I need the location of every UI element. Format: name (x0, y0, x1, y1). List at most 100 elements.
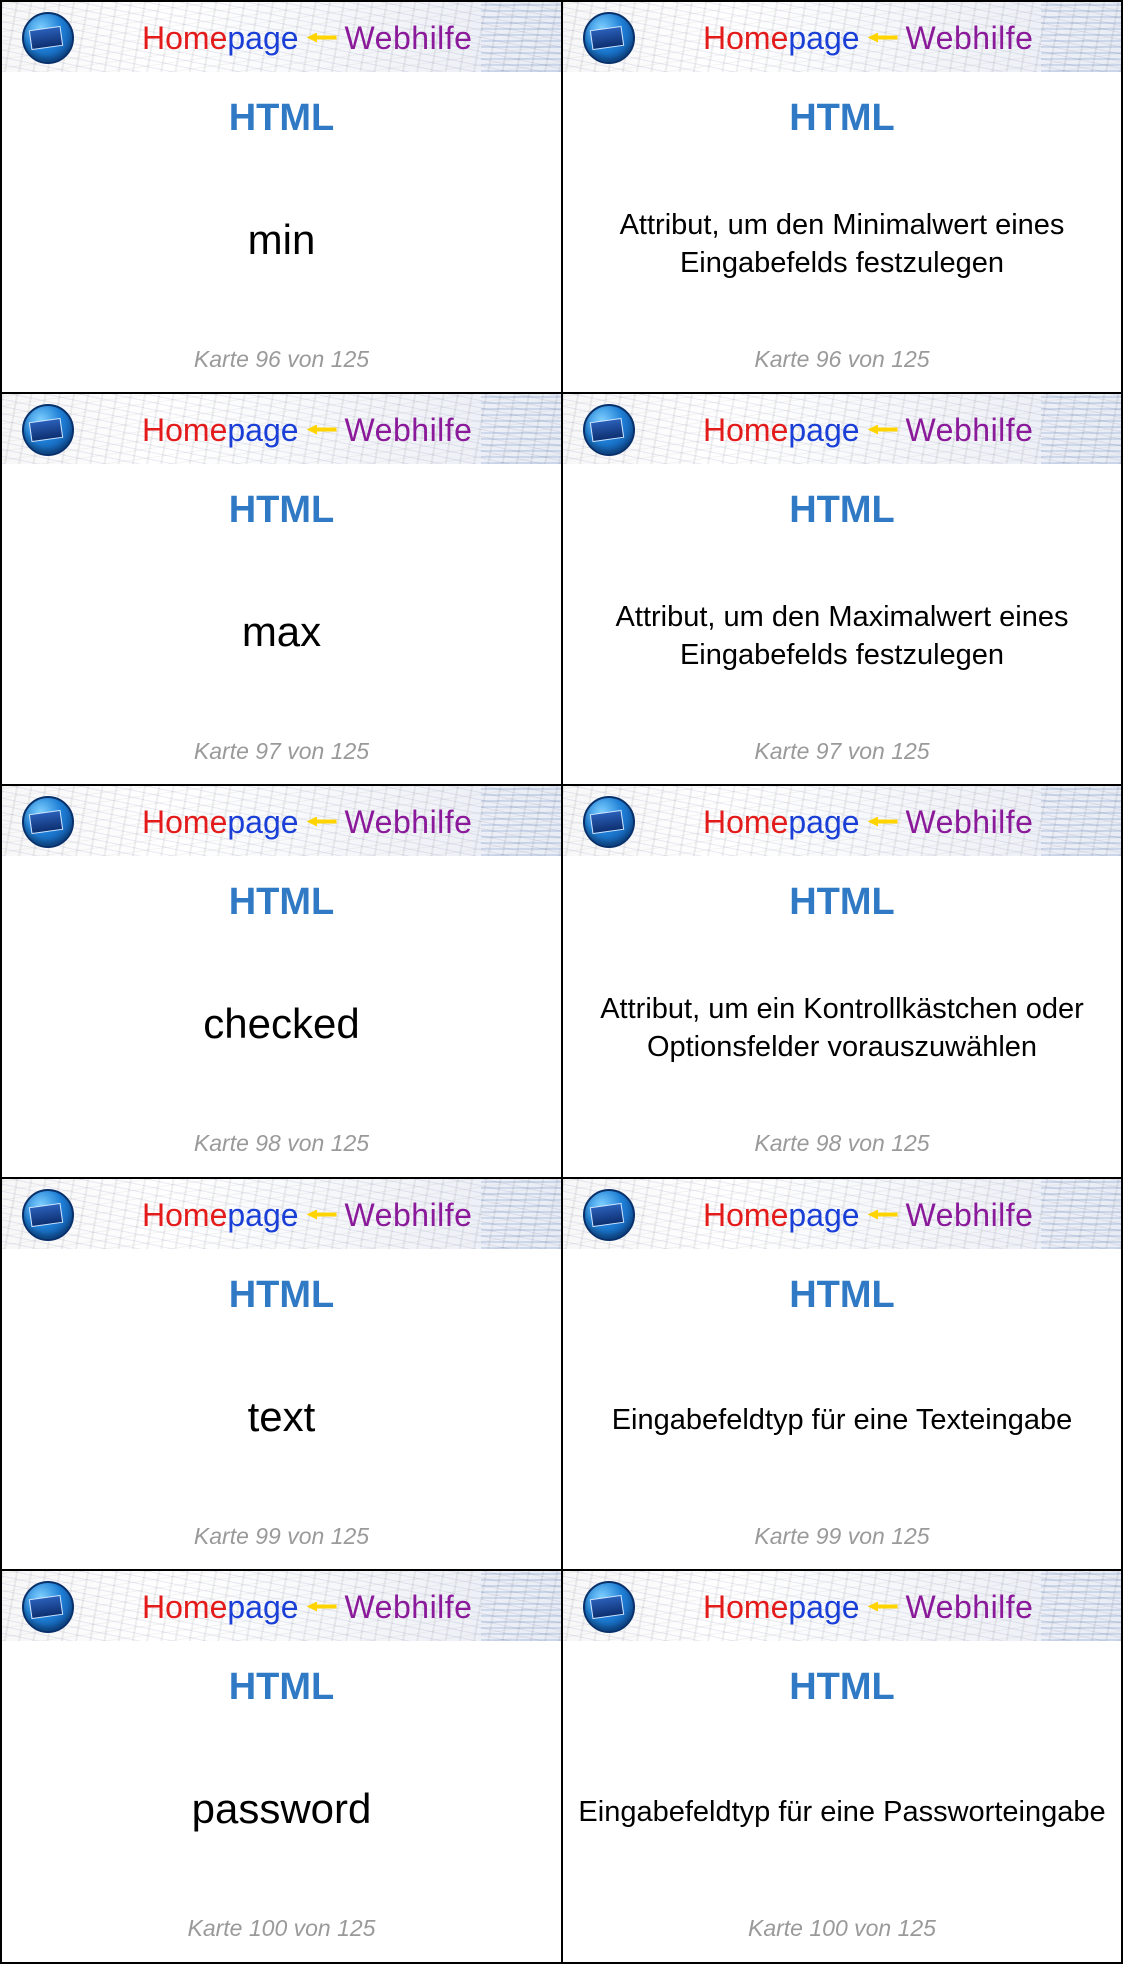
brand-word-webhilfe: Webhilfe (344, 1589, 473, 1625)
flashcard-back: Homepage Webhilfe HTML Eingabefeldtyp für… (561, 1177, 1123, 1571)
card-definition: Attribut, um ein Kontrollkästchen oder O… (600, 993, 1084, 1063)
flashcard-front: Homepage Webhilfe HTML checked Karte 98 v… (0, 784, 563, 1179)
brand-word-page: page (227, 20, 299, 56)
card-definition: Eingabefeldtyp für eine Texteingabe (611, 1404, 1073, 1436)
banner-decoration (1041, 1571, 1121, 1641)
brand-word-home: Home (703, 1589, 789, 1625)
brand-word-page: page (227, 1589, 299, 1625)
banner: Homepage Webhilfe (563, 2, 1121, 72)
banner: Homepage Webhilfe (563, 394, 1121, 464)
banner: Homepage Webhilfe (2, 1571, 561, 1641)
card-term: min (247, 216, 316, 263)
brand-word-webhilfe: Webhilfe (905, 412, 1034, 448)
brand-word-page: page (227, 804, 299, 840)
flashcard-back: Homepage Webhilfe HTML Attribut, um den M… (561, 392, 1123, 786)
brand-word-home: Home (142, 804, 228, 840)
logo-globe-icon (22, 1189, 74, 1241)
flashcard-back: Homepage Webhilfe HTML Attribut, um den M… (561, 0, 1123, 394)
flashcard-back: Homepage Webhilfe HTML Attribut, um ein K… (561, 784, 1123, 1179)
card-counter: Karte 97 von 125 (193, 738, 370, 764)
card-definition: Attribut, um den Maximalwert eines Einga… (615, 601, 1069, 671)
card-subject: HTML (228, 489, 335, 531)
flashcard-front: Homepage Webhilfe HTML max Karte 97 von 1… (0, 392, 563, 786)
brand-word-home: Home (703, 1197, 789, 1233)
arrow-icon (306, 424, 337, 435)
banner: Homepage Webhilfe (563, 786, 1121, 856)
flashcard-front: Homepage Webhilfe HTML text Karte 99 von … (0, 1177, 563, 1571)
brand-word-home: Home (703, 804, 789, 840)
logo-globe-icon (583, 796, 635, 848)
brand-logo: Homepage Webhilfe (703, 20, 1033, 56)
card-subject: HTML (789, 881, 895, 923)
brand-word-home: Home (703, 20, 789, 56)
brand-word-home: Home (142, 1589, 228, 1625)
card-subject: HTML (228, 881, 335, 923)
brand-logo: Homepage Webhilfe (142, 804, 472, 840)
brand-word-page: page (227, 1197, 299, 1233)
logo-globe-icon (583, 1581, 635, 1633)
brand-logo: Homepage Webhilfe (142, 1589, 472, 1625)
arrow-icon (867, 424, 898, 435)
banner: Homepage Webhilfe (2, 786, 561, 856)
card-counter: Karte 98 von 125 (193, 1130, 370, 1156)
banner-decoration (481, 786, 561, 856)
card-counter: Karte 100 von 125 (187, 1915, 376, 1941)
brand-word-page: page (788, 20, 860, 56)
banner-decoration (481, 1571, 561, 1641)
banner: Homepage Webhilfe (2, 394, 561, 464)
card-counter: Karte 98 von 125 (754, 1130, 930, 1156)
brand-word-page: page (227, 412, 299, 448)
brand-logo: Homepage Webhilfe (703, 804, 1033, 840)
banner-decoration (1041, 1179, 1121, 1249)
card-counter: Karte 96 von 125 (193, 346, 370, 372)
brand-word-page: page (788, 1197, 860, 1233)
flashcard-sheet: Homepage Webhilfe HTML min Karte 96 von 1… (0, 0, 1123, 1964)
card-subject: HTML (228, 1666, 335, 1708)
banner-decoration (1041, 786, 1121, 856)
logo-globe-icon (22, 12, 74, 64)
logo-globe-icon (583, 1189, 635, 1241)
brand-word-webhilfe: Webhilfe (344, 412, 473, 448)
banner-decoration (1041, 2, 1121, 72)
flashcard-front: Homepage Webhilfe HTML min Karte 96 von 1… (0, 0, 563, 394)
brand-word-page: page (788, 804, 860, 840)
arrow-icon (306, 32, 337, 43)
banner: Homepage Webhilfe (2, 1179, 561, 1249)
card-subject: HTML (789, 489, 895, 531)
brand-word-webhilfe: Webhilfe (905, 20, 1034, 56)
banner-decoration (481, 394, 561, 464)
brand-word-home: Home (142, 1197, 228, 1233)
arrow-icon (867, 32, 898, 43)
card-subject: HTML (789, 97, 895, 139)
brand-word-page: page (788, 1589, 860, 1625)
flashcard-back: Homepage Webhilfe HTML Eingabefeldtyp für… (561, 1569, 1123, 1964)
brand-word-page: page (788, 412, 860, 448)
card-term: checked (203, 1000, 360, 1047)
card-definition: Eingabefeldtyp für eine Passworteingabe (578, 1796, 1106, 1828)
brand-logo: Homepage Webhilfe (142, 412, 472, 448)
banner-decoration (481, 1179, 561, 1249)
card-counter: Karte 97 von 125 (754, 738, 930, 764)
card-term: password (191, 1785, 372, 1832)
card-subject: HTML (228, 1274, 335, 1316)
card-term: max (241, 608, 322, 655)
brand-word-webhilfe: Webhilfe (905, 1197, 1034, 1233)
brand-word-webhilfe: Webhilfe (344, 804, 473, 840)
brand-word-webhilfe: Webhilfe (344, 1197, 473, 1233)
banner: Homepage Webhilfe (563, 1179, 1121, 1249)
logo-globe-icon (22, 796, 74, 848)
logo-globe-icon (583, 12, 635, 64)
card-subject: HTML (228, 97, 335, 139)
banner-decoration (481, 2, 561, 72)
brand-word-webhilfe: Webhilfe (905, 1589, 1034, 1625)
logo-globe-icon (22, 1581, 74, 1633)
banner-decoration (1041, 394, 1121, 464)
brand-word-home: Home (142, 20, 228, 56)
brand-logo: Homepage Webhilfe (703, 1589, 1033, 1625)
card-subject: HTML (789, 1274, 895, 1316)
arrow-icon (306, 1209, 337, 1220)
logo-globe-icon (583, 404, 635, 456)
arrow-icon (867, 1601, 898, 1612)
card-counter: Karte 96 von 125 (754, 346, 930, 372)
card-counter: Karte 99 von 125 (193, 1523, 370, 1549)
